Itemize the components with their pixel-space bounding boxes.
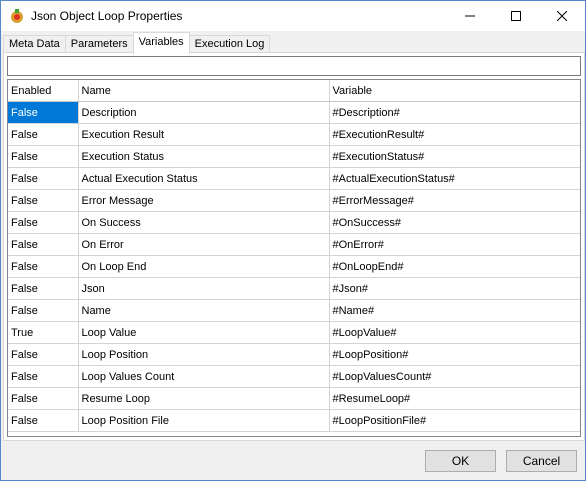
close-icon bbox=[557, 11, 567, 21]
cell-variable[interactable]: #LoopPosition# bbox=[329, 343, 580, 366]
cell-enabled[interactable]: False bbox=[8, 387, 79, 410]
table-row[interactable]: False Loop Position #LoopPosition# bbox=[8, 343, 580, 366]
column-header-enabled[interactable]: Enabled bbox=[8, 80, 79, 102]
table-row[interactable]: False Description #Description# bbox=[8, 101, 580, 124]
minimize-icon bbox=[465, 15, 475, 17]
cell-enabled[interactable]: False bbox=[8, 167, 79, 190]
maximize-icon bbox=[511, 11, 521, 21]
tab-strip: Meta Data Parameters Variables Execution… bbox=[3, 32, 271, 54]
tab-variables[interactable]: Variables bbox=[132, 32, 190, 54]
cell-enabled[interactable]: True bbox=[8, 321, 79, 344]
cell-enabled[interactable]: False bbox=[8, 365, 79, 388]
app-gear-icon bbox=[9, 8, 25, 24]
cell-variable[interactable]: #OnSuccess# bbox=[329, 211, 580, 234]
cell-name[interactable]: Actual Execution Status bbox=[78, 167, 330, 190]
table-row[interactable]: False Json #Json# bbox=[8, 277, 580, 300]
cell-variable[interactable]: #ResumeLoop# bbox=[329, 387, 580, 410]
cell-name[interactable]: Loop Position File bbox=[78, 409, 330, 432]
title-bar[interactable]: Json Object Loop Properties bbox=[1, 1, 585, 31]
cell-variable[interactable]: #ExecutionResult# bbox=[329, 123, 580, 146]
table-row[interactable]: False Actual Execution Status #ActualExecu… bbox=[8, 167, 580, 190]
cell-name[interactable]: Name bbox=[78, 299, 330, 322]
table-row[interactable]: False On Error #OnError# bbox=[8, 233, 580, 256]
cell-enabled[interactable]: False bbox=[8, 409, 79, 432]
cell-enabled[interactable]: False bbox=[8, 233, 79, 256]
cell-name[interactable]: On Error bbox=[78, 233, 330, 256]
window-title: Json Object Loop Properties bbox=[31, 9, 183, 23]
ok-button[interactable]: OK bbox=[425, 450, 496, 472]
filter-input[interactable] bbox=[8, 57, 580, 75]
column-header-name[interactable]: Name bbox=[78, 80, 330, 102]
table-row[interactable]: False Execution Status #ExecutionStatus# bbox=[8, 145, 580, 168]
cell-name[interactable]: Error Message bbox=[78, 189, 330, 212]
variables-panel: Enabled Name Variable False Description #D… bbox=[3, 52, 585, 441]
cell-variable[interactable]: #LoopPositionFile# bbox=[329, 409, 580, 432]
column-header-variable[interactable]: Variable bbox=[329, 80, 580, 102]
cell-enabled[interactable]: False bbox=[8, 211, 79, 234]
cell-enabled[interactable]: False bbox=[8, 145, 79, 168]
cell-variable[interactable]: #OnError# bbox=[329, 233, 580, 256]
cancel-button[interactable]: Cancel bbox=[506, 450, 577, 472]
table-row[interactable]: False On Success #OnSuccess# bbox=[8, 211, 580, 234]
table-row[interactable]: False Execution Result #ExecutionResult# bbox=[8, 123, 580, 146]
filter-box[interactable] bbox=[7, 56, 581, 76]
cell-name[interactable]: Execution Result bbox=[78, 123, 330, 146]
cell-name[interactable]: On Success bbox=[78, 211, 330, 234]
table-row[interactable]: False Name #Name# bbox=[8, 299, 580, 322]
table-row[interactable]: False Loop Values Count #LoopValuesCount# bbox=[8, 365, 580, 388]
cell-name[interactable]: Loop Position bbox=[78, 343, 330, 366]
cell-enabled[interactable]: False bbox=[8, 189, 79, 212]
minimize-button[interactable] bbox=[447, 1, 493, 31]
cell-variable[interactable]: #ExecutionStatus# bbox=[329, 145, 580, 168]
table-row[interactable]: False Error Message #ErrorMessage# bbox=[8, 189, 580, 212]
cell-variable[interactable]: #Name# bbox=[329, 299, 580, 322]
cell-variable[interactable]: #ErrorMessage# bbox=[329, 189, 580, 212]
maximize-button[interactable] bbox=[493, 1, 539, 31]
cell-variable[interactable]: #LoopValue# bbox=[329, 321, 580, 344]
cell-variable[interactable]: #Json# bbox=[329, 277, 580, 300]
table-row[interactable]: False On Loop End #OnLoopEnd# bbox=[8, 255, 580, 278]
cell-name[interactable]: Loop Values Count bbox=[78, 365, 330, 388]
grid-header: Enabled Name Variable bbox=[8, 80, 580, 102]
cell-name[interactable]: Json bbox=[78, 277, 330, 300]
variables-grid[interactable]: Enabled Name Variable False Description #D… bbox=[7, 79, 581, 437]
table-row[interactable]: True Loop Value #LoopValue# bbox=[8, 321, 580, 344]
cell-variable[interactable]: #LoopValuesCount# bbox=[329, 365, 580, 388]
cell-name[interactable]: Loop Value bbox=[78, 321, 330, 344]
cell-enabled[interactable]: False bbox=[8, 123, 79, 146]
cell-variable[interactable]: #OnLoopEnd# bbox=[329, 255, 580, 278]
cell-variable[interactable]: #ActualExecutionStatus# bbox=[329, 167, 580, 190]
table-row[interactable]: False Loop Position File #LoopPositionFile… bbox=[8, 409, 580, 432]
close-button[interactable] bbox=[539, 1, 585, 31]
cell-enabled[interactable]: False bbox=[8, 277, 79, 300]
cell-enabled[interactable]: False bbox=[8, 343, 79, 366]
cell-name[interactable]: Resume Loop bbox=[78, 387, 330, 410]
cell-enabled[interactable]: False bbox=[8, 101, 79, 124]
table-row[interactable]: False Resume Loop #ResumeLoop# bbox=[8, 387, 580, 410]
cell-enabled[interactable]: False bbox=[8, 299, 79, 322]
cell-name[interactable]: Description bbox=[78, 101, 330, 124]
cell-enabled[interactable]: False bbox=[8, 255, 79, 278]
cell-name[interactable]: On Loop End bbox=[78, 255, 330, 278]
cell-variable[interactable]: #Description# bbox=[329, 101, 580, 124]
properties-window: Json Object Loop Properties Meta Data Pa… bbox=[0, 0, 586, 481]
cell-name[interactable]: Execution Status bbox=[78, 145, 330, 168]
